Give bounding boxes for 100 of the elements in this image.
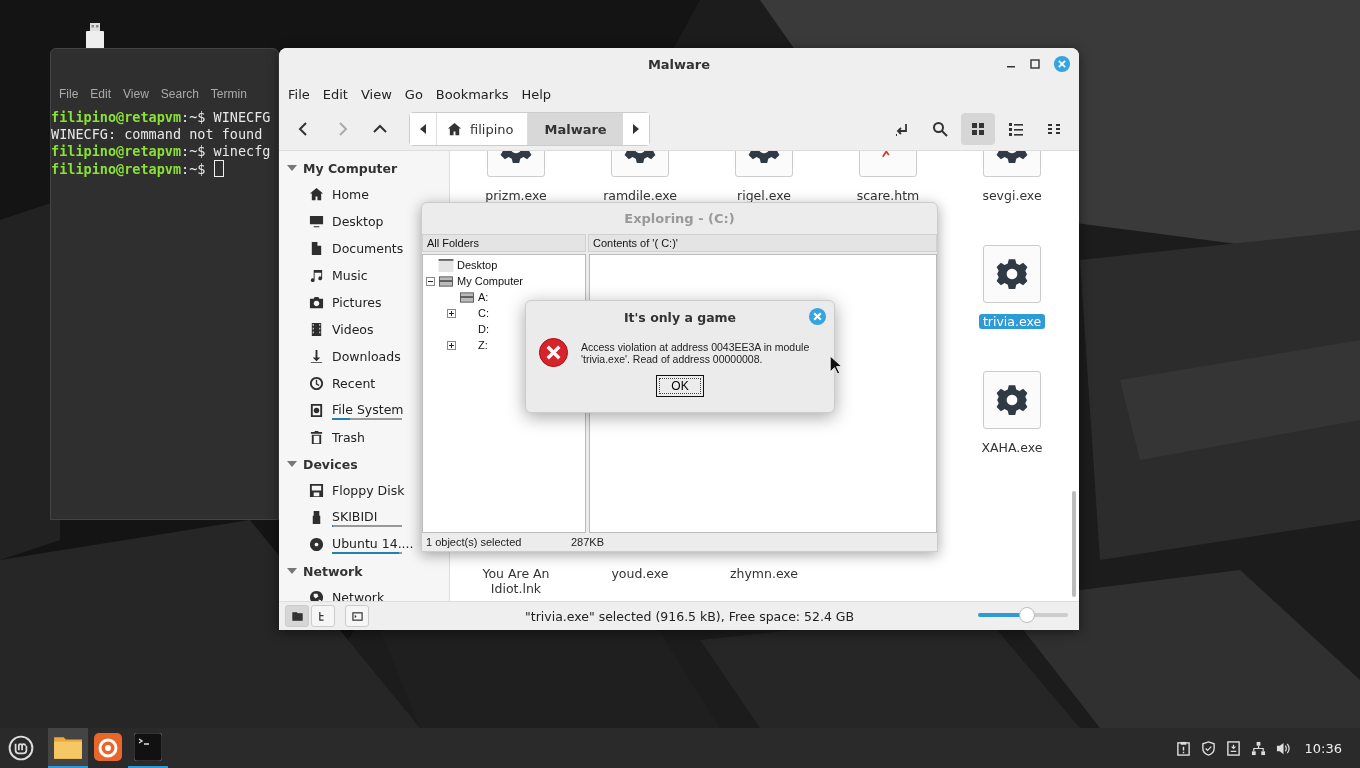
close-icon[interactable]: [808, 307, 827, 326]
tree-item[interactable]: C:: [478, 307, 489, 319]
clipboard-icon[interactable]: [1175, 740, 1191, 756]
sidebar-item[interactable]: Home: [332, 187, 369, 202]
expander-icon[interactable]: [287, 459, 297, 469]
menu-icon[interactable]: [8, 735, 34, 761]
expand-icon[interactable]: [447, 308, 456, 318]
return-arrow-icon: [894, 121, 910, 137]
notes-icon[interactable]: [1225, 740, 1241, 756]
menu-item[interactable]: Edit: [90, 87, 112, 105]
close-icon[interactable]: [1053, 55, 1071, 73]
sidebar-item[interactable]: Pictures: [332, 295, 382, 310]
downloads-icon: [309, 349, 324, 364]
tree-item[interactable]: D:: [478, 323, 489, 335]
collapse-icon[interactable]: [426, 276, 435, 286]
column-header: All Folders: [422, 234, 586, 252]
maximize-icon[interactable]: [1029, 58, 1041, 70]
gear-icon[interactable]: [983, 371, 1041, 429]
menu-item[interactable]: View: [355, 86, 400, 102]
window-title: Malware: [647, 56, 711, 72]
menu-item[interactable]: File: [59, 87, 79, 105]
sidebar-item[interactable]: Floppy Disk: [332, 483, 405, 498]
menu-item[interactable]: Help: [516, 86, 560, 102]
tree-item[interactable]: A:: [478, 291, 489, 303]
sidebar-heading: My Computer: [303, 160, 398, 176]
compact-grid-icon: [1046, 121, 1062, 137]
sidebar-item[interactable]: Ubuntu 14....: [332, 535, 414, 551]
tree-item[interactable]: Desktop: [457, 259, 498, 271]
menu-item[interactable]: Edit: [317, 86, 356, 102]
command-text: winecfg: [213, 143, 271, 159]
grid-icon: [970, 121, 986, 137]
prompt-path: :~$: [181, 161, 207, 177]
scrollbar[interactable]: [1072, 491, 1076, 597]
computer-icon: [438, 274, 454, 288]
zoom-slider[interactable]: [978, 607, 1068, 623]
home-icon: [447, 121, 462, 137]
menu-item[interactable]: Search: [160, 87, 199, 105]
network-icon: [309, 590, 324, 601]
menu-item[interactable]: Bookmarks: [430, 86, 517, 102]
caret-right-icon: [631, 124, 640, 134]
prompt-path: :~$: [181, 143, 207, 159]
sidebar-item[interactable]: Recent: [332, 376, 376, 391]
usage-bar: [332, 524, 402, 527]
expander-icon[interactable]: [287, 566, 297, 576]
prompt-user: filipino@retapvm: [51, 143, 182, 159]
breadcrumb-button[interactable]: Malware: [527, 113, 623, 145]
sidebar-item[interactable]: Music: [332, 268, 368, 283]
sidebar-item[interactable]: Videos: [332, 322, 374, 337]
file-name[interactable]: XAHA.exe: [977, 440, 1047, 455]
trash-icon: [309, 430, 324, 445]
file-name[interactable]: youd.exe: [607, 566, 673, 581]
sidebar-item[interactable]: Trash: [332, 430, 366, 445]
command-text: WINECFG: [213, 109, 271, 125]
tree-item[interactable]: Z:: [478, 339, 488, 351]
expander-icon[interactable]: [287, 163, 297, 173]
volume-icon[interactable]: [1275, 740, 1291, 756]
sidebar-heading: Devices: [303, 456, 358, 472]
error-message: Access violation at address 0043EE3A in module 'trivia.exe'. Read of address 00000008.: [581, 340, 811, 365]
menu-item[interactable]: File: [283, 86, 318, 102]
sidebar-item[interactable]: Documents: [332, 241, 404, 256]
sidebar-item[interactable]: SKIBIDI: [332, 508, 402, 524]
list-icon: [1008, 121, 1024, 137]
menu-item[interactable]: Termin: [210, 87, 247, 105]
file-name[interactable]: You Are An Idiot.lnk: [454, 566, 578, 596]
file-name[interactable]: zhymn.exe: [725, 566, 803, 581]
output-text: WINECFG: command not found: [51, 126, 263, 142]
slider-handle[interactable]: [1019, 607, 1035, 623]
sidebar-item[interactable]: Desktop: [332, 214, 384, 229]
network-icon[interactable]: [1250, 740, 1266, 756]
file-name[interactable]: scare.htm: [852, 188, 924, 203]
pictures-icon: [309, 295, 324, 310]
file-name[interactable]: ramdile.exe: [599, 188, 681, 203]
window-title: Exploring - (C:): [623, 210, 736, 228]
status-text: 287KB: [571, 536, 605, 548]
sidebar-icon: [351, 610, 363, 622]
file-name[interactable]: rigel.exe: [733, 188, 795, 203]
icons-view-button[interactable]: [961, 113, 995, 145]
sidebar-toggle-button[interactable]: [345, 605, 369, 627]
clock[interactable]: 10:36: [1304, 740, 1342, 756]
status-text: "trivia.exe" selected (916.5 kB), Free space: 52.4 GB: [525, 608, 855, 624]
folder-icon: [291, 610, 303, 622]
shield-icon[interactable]: [1200, 740, 1216, 756]
menu-item[interactable]: Go: [399, 86, 431, 102]
file-name[interactable]: prizm.exe: [481, 188, 551, 203]
sidebar-item[interactable]: File System: [332, 401, 404, 417]
expand-icon[interactable]: [447, 340, 456, 350]
menu-item[interactable]: View: [123, 87, 149, 105]
tree-item[interactable]: My Computer: [457, 275, 524, 287]
places-pane-button[interactable]: [285, 605, 309, 627]
gear-icon[interactable]: [983, 245, 1041, 303]
folder-icon[interactable]: [48, 728, 88, 768]
tree-pane-button[interactable]: [311, 605, 335, 627]
ok-button[interactable]: OK: [656, 375, 704, 397]
prompt-user: filipino@retapvm: [51, 109, 182, 125]
documents-icon: [309, 241, 324, 256]
sidebar-item[interactable]: Downloads: [332, 349, 401, 364]
column-header: Contents of '( C:)': [588, 234, 937, 252]
usb-drive-icon[interactable]: [85, 23, 105, 49]
desktop-icon: [438, 258, 454, 272]
file-name[interactable]: sevgi.exe: [978, 188, 1046, 203]
